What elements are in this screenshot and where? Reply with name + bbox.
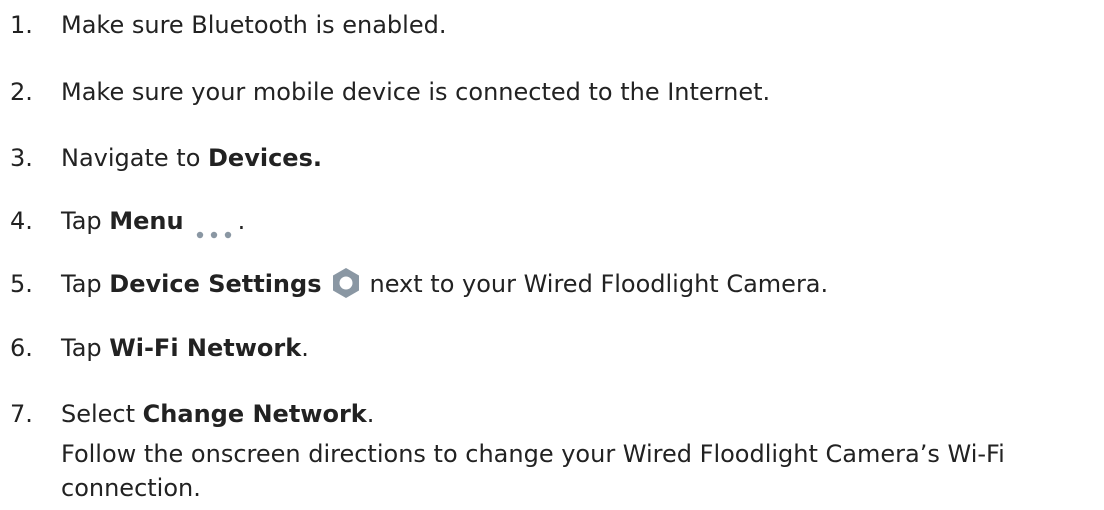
step-prefix: Select — [61, 400, 143, 428]
step-number: 3. — [10, 144, 33, 172]
step-suffix: . — [366, 400, 375, 428]
step-prefix: Tap — [61, 207, 110, 235]
step-bold-label: Menu — [109, 207, 184, 235]
step-bold-label: Device Settings — [109, 270, 322, 298]
step-text: Make sure Bluetooth is enabled. — [61, 11, 447, 39]
step-bold-label: Change Network — [142, 400, 367, 428]
step-prefix: Navigate to — [61, 144, 208, 172]
step-prefix: Tap — [61, 334, 110, 362]
step-bold-label: Devices. — [208, 144, 322, 172]
step-number: 7. — [10, 400, 33, 428]
step-number: 6. — [10, 334, 33, 362]
gear-icon — [329, 266, 363, 300]
step-text: Navigate to Devices. — [61, 141, 1104, 175]
more-horizontal-icon — [194, 215, 238, 239]
step-suffix: next to your Wired Floodlight Camera. — [369, 270, 829, 298]
step-number: 5. — [10, 270, 33, 298]
step-text: Select Change Network. — [61, 397, 1104, 431]
step-text: Tap Device Settings next to your Wired F… — [61, 267, 1104, 302]
step-subtext: Follow the onscreen directions to change… — [61, 440, 1005, 502]
step-text: Make sure your mobile device is connecte… — [61, 78, 771, 106]
step-number: 4. — [10, 207, 33, 235]
step-suffix: . — [237, 207, 246, 235]
step-number: 2. — [10, 78, 33, 106]
step-text: Tap Menu . — [61, 204, 1104, 239]
step-prefix: Tap — [61, 270, 110, 298]
step-text: Tap Wi-Fi Network. — [61, 331, 1104, 365]
step-number: 1. — [10, 11, 33, 39]
step-7: 7. Select Change Network. Follow the ons… — [0, 397, 1104, 507]
step-bold-label: Wi-Fi Network — [109, 334, 302, 362]
step-suffix: . — [301, 334, 309, 362]
